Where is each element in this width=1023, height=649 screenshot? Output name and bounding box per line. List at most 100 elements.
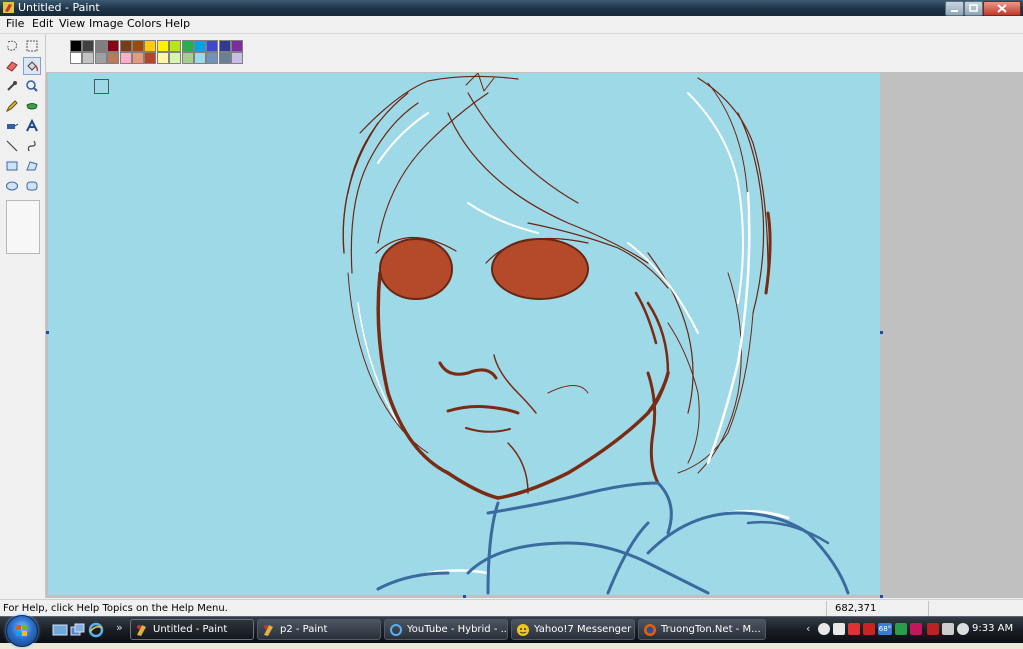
- airbrush-tool[interactable]: [3, 117, 21, 135]
- line-tool[interactable]: [3, 137, 21, 155]
- foreground-color[interactable]: [94, 79, 109, 94]
- maximize-button[interactable]: [964, 1, 983, 16]
- palette-swatch[interactable]: [94, 40, 107, 52]
- start-button[interactable]: [6, 615, 38, 647]
- show-desktop-icon[interactable]: [52, 622, 68, 638]
- fill-tool[interactable]: [23, 57, 41, 75]
- clock[interactable]: 9:33 AM: [972, 622, 1013, 636]
- window-title: Untitled - Paint: [18, 1, 100, 14]
- palette-swatch[interactable]: [156, 52, 169, 64]
- close-button[interactable]: [983, 1, 1021, 16]
- tray-expand-icon[interactable]: ‹: [806, 622, 810, 636]
- palette-swatch[interactable]: [218, 40, 231, 52]
- polygon-tool[interactable]: [23, 157, 41, 175]
- palette-swatch[interactable]: [119, 52, 132, 64]
- taskbar-button-youtube[interactable]: YouTube - Hybrid - ...: [384, 619, 508, 640]
- menu-view[interactable]: View: [58, 17, 86, 31]
- volume-icon[interactable]: [957, 623, 969, 635]
- hair-stroke: [467, 92, 579, 204]
- eraser-tool[interactable]: [3, 57, 21, 75]
- resize-handle-right[interactable]: [880, 331, 883, 334]
- tray-green-icon[interactable]: [895, 623, 907, 635]
- palette-swatch[interactable]: [169, 40, 182, 52]
- drawing-canvas[interactable]: [48, 73, 880, 595]
- menu-help[interactable]: Help: [164, 17, 191, 31]
- close-icon: [997, 4, 1007, 13]
- tray-alert-icon[interactable]: [863, 623, 875, 635]
- palette-swatch[interactable]: [169, 52, 182, 64]
- palette-swatch[interactable]: [70, 52, 82, 64]
- tray-red-x-icon[interactable]: [848, 623, 860, 635]
- taskbar-button-p2-paint[interactable]: p2 - Paint: [257, 619, 381, 640]
- tray-red-icon[interactable]: [927, 623, 939, 635]
- taskbar: » Untitled - Paint p2 - Paint YouTube - …: [0, 615, 1023, 647]
- title-bar[interactable]: Untitled - Paint: [0, 0, 1023, 17]
- tray-app-icon[interactable]: [818, 623, 830, 635]
- hair-stroke: [377, 92, 489, 244]
- shirt-stroke: [466, 541, 710, 595]
- palette-swatch[interactable]: [94, 52, 107, 64]
- palette-swatch[interactable]: [107, 52, 120, 64]
- taskbar-button-truongton[interactable]: TruongTon.Net - M...: [638, 619, 766, 640]
- paint-icon: [137, 625, 146, 636]
- switch-windows-icon[interactable]: [70, 622, 86, 638]
- rectangle-tool[interactable]: [3, 157, 21, 175]
- palette-swatch[interactable]: [119, 40, 132, 52]
- rounded-rectangle-tool[interactable]: [23, 177, 41, 195]
- menu-colors[interactable]: Colors: [126, 17, 162, 31]
- tray-window-icon[interactable]: [833, 623, 845, 635]
- hair-stroke: [667, 322, 700, 464]
- palette-swatch[interactable]: [181, 40, 194, 52]
- menu-file[interactable]: File: [5, 17, 25, 31]
- palette-swatch[interactable]: [70, 40, 82, 52]
- status-divider: [928, 601, 929, 616]
- hair-stroke: [647, 252, 694, 414]
- jaw-stroke: [646, 371, 660, 485]
- menu-image[interactable]: Image: [88, 17, 124, 31]
- ellipse-tool[interactable]: [3, 177, 21, 195]
- curve-tool[interactable]: [23, 137, 41, 155]
- palette-swatch[interactable]: [144, 40, 157, 52]
- tray-m-icon[interactable]: [910, 623, 922, 635]
- palette-swatch[interactable]: [156, 40, 169, 52]
- brush-tool[interactable]: [23, 97, 41, 115]
- taskbar-button-yahoo-messenger[interactable]: Yahoo!7 Messenger: [511, 619, 635, 640]
- palette-swatch[interactable]: [194, 40, 206, 52]
- select-tool[interactable]: [23, 37, 41, 55]
- palette-swatch[interactable]: [132, 52, 144, 64]
- free-form-select-tool[interactable]: [3, 37, 21, 55]
- palette-swatch[interactable]: [132, 40, 144, 52]
- pencil-tool[interactable]: [3, 97, 21, 115]
- internet-explorer-icon[interactable]: [88, 622, 104, 638]
- network-icon[interactable]: [942, 623, 954, 635]
- taskbar-button-untitled-paint[interactable]: Untitled - Paint: [130, 619, 254, 640]
- palette-swatch[interactable]: [82, 52, 95, 64]
- palette-swatch[interactable]: [144, 52, 157, 64]
- palette-swatch[interactable]: [82, 40, 95, 52]
- text-tool[interactable]: [23, 117, 41, 135]
- pick-color-tool[interactable]: [3, 77, 21, 95]
- magnifier-tool[interactable]: [23, 77, 41, 95]
- tray-weather-icon[interactable]: 68°: [878, 623, 892, 635]
- brush-icon: [26, 103, 38, 110]
- resize-handle-corner[interactable]: [880, 595, 883, 598]
- palette-swatch[interactable]: [231, 52, 244, 64]
- messenger-icon: [517, 624, 529, 636]
- palette-swatch[interactable]: [218, 52, 231, 64]
- browser-icon: [390, 624, 402, 636]
- palette-swatch[interactable]: [206, 40, 219, 52]
- resize-handle-bottom[interactable]: [463, 595, 466, 598]
- quick-launch-more-icon[interactable]: »: [116, 621, 123, 635]
- hair-stroke: [359, 75, 519, 134]
- palette-swatch[interactable]: [206, 52, 219, 64]
- palette-swatch[interactable]: [231, 40, 244, 52]
- palette-swatch[interactable]: [107, 40, 120, 52]
- tool-options-box[interactable]: [6, 200, 40, 254]
- menu-edit[interactable]: Edit: [31, 17, 54, 31]
- resize-handle-left[interactable]: [46, 331, 49, 334]
- palette-swatch[interactable]: [181, 52, 194, 64]
- cheek-stroke: [547, 385, 589, 394]
- minimize-button[interactable]: [945, 1, 964, 16]
- palette-swatch[interactable]: [194, 52, 206, 64]
- shirt-stroke: [606, 521, 650, 595]
